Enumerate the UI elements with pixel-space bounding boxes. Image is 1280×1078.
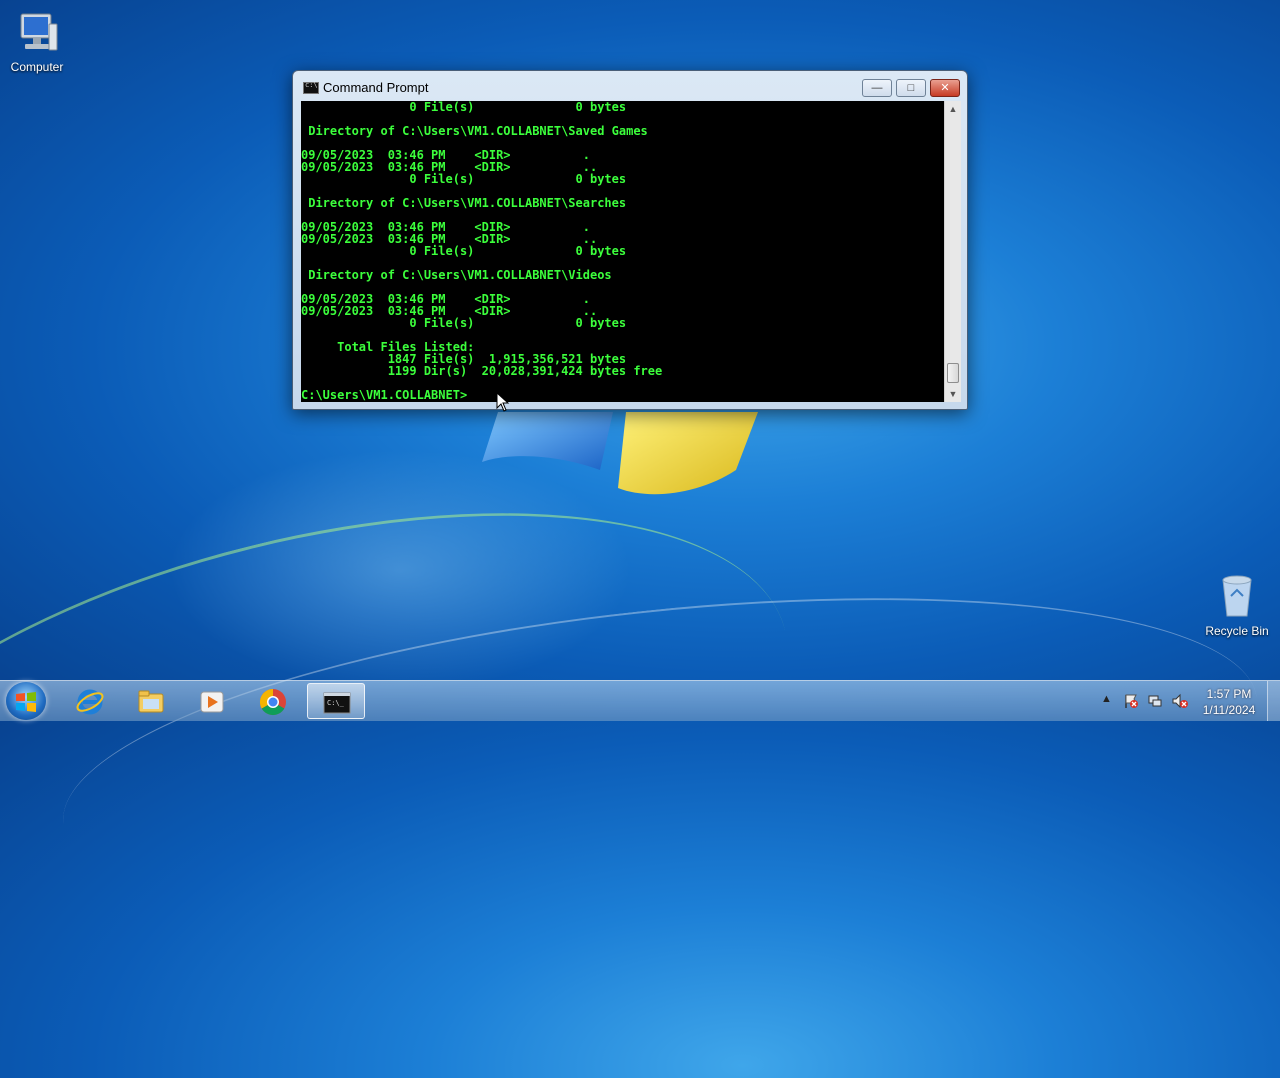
show-hidden-icons-button[interactable]: ▲ <box>1101 693 1112 705</box>
windows-explorer-icon <box>138 690 164 713</box>
taskbar-chrome[interactable] <box>244 683 302 719</box>
windows-logo-wallpaper <box>482 412 758 495</box>
window-title: Command Prompt <box>323 80 429 95</box>
scrollbar-thumb[interactable] <box>947 363 959 383</box>
svg-text:C:\_: C:\_ <box>327 699 345 707</box>
volume-muted-icon[interactable] <box>1171 693 1189 709</box>
console-line: Directory of C:\Users\VM1.COLLABNET\Sear… <box>301 196 627 210</box>
minimize-button[interactable]: — <box>862 79 892 97</box>
console-line: 0 File(s) 0 bytes <box>301 172 627 186</box>
recycle-bin-icon <box>1222 575 1252 617</box>
taskbar: C:\_ ▲ 1:57 PM 1/11/2024 <box>0 680 1280 721</box>
taskbar-command-prompt[interactable]: C:\_ <box>307 683 365 719</box>
taskbar-internet-explorer[interactable] <box>61 683 119 719</box>
desktop-icon-label: Recycle Bin <box>1205 624 1269 638</box>
taskbar-windows-explorer[interactable] <box>122 683 180 719</box>
vertical-scrollbar[interactable]: ▲ ▼ <box>944 101 961 402</box>
close-button[interactable]: ✕ <box>930 79 960 97</box>
desktop-icon-computer[interactable]: Computer <box>0 8 77 74</box>
media-player-icon <box>200 691 224 713</box>
show-desktop-button[interactable] <box>1267 681 1280 721</box>
window-titlebar[interactable]: Command Prompt — □ ✕ <box>293 71 967 101</box>
clock-time: 1:57 PM <box>1206 687 1252 701</box>
command-prompt-icon: C:\_ <box>323 692 351 714</box>
taskbar-media-player[interactable] <box>183 683 241 719</box>
command-prompt-window[interactable]: Command Prompt — □ ✕ 0 File(s) 0 bytes D… <box>292 70 968 410</box>
desktop-icon-label: Computer <box>10 60 64 74</box>
clock-date: 1/11/2024 <box>1202 703 1256 717</box>
console-prompt-line: C:\Users\VM1.COLLABNET> <box>301 388 468 402</box>
console-line: 0 File(s) 0 bytes <box>301 101 627 114</box>
desktop-icon-recycle-bin[interactable]: Recycle Bin <box>1197 572 1277 638</box>
taskbar-clock[interactable]: 1:57 PM 1/11/2024 <box>1195 686 1263 718</box>
mouse-cursor-icon <box>496 392 510 412</box>
console-output[interactable]: 0 File(s) 0 bytes Directory of C:\Users\… <box>301 101 944 402</box>
console-line: 0 File(s) 0 bytes <box>301 244 627 258</box>
scroll-down-arrow-icon[interactable]: ▼ <box>945 386 961 402</box>
windows-logo-icon <box>16 692 36 712</box>
network-icon[interactable] <box>1147 693 1163 709</box>
internet-explorer-icon <box>76 689 104 715</box>
command-prompt-icon <box>303 81 319 94</box>
start-button[interactable] <box>6 682 46 720</box>
chrome-icon <box>259 688 286 716</box>
console-line: 0 File(s) 0 bytes <box>301 316 627 330</box>
computer-icon <box>20 13 58 51</box>
console-line: 1199 Dir(s) 20,028,391,424 bytes free <box>301 364 663 378</box>
scroll-up-arrow-icon[interactable]: ▲ <box>945 101 961 117</box>
maximize-button[interactable]: □ <box>896 79 926 97</box>
console-line: Directory of C:\Users\VM1.COLLABNET\Save… <box>301 124 648 138</box>
action-center-flag-icon[interactable] <box>1123 693 1139 709</box>
console-line: Directory of C:\Users\VM1.COLLABNET\Vide… <box>301 268 612 282</box>
